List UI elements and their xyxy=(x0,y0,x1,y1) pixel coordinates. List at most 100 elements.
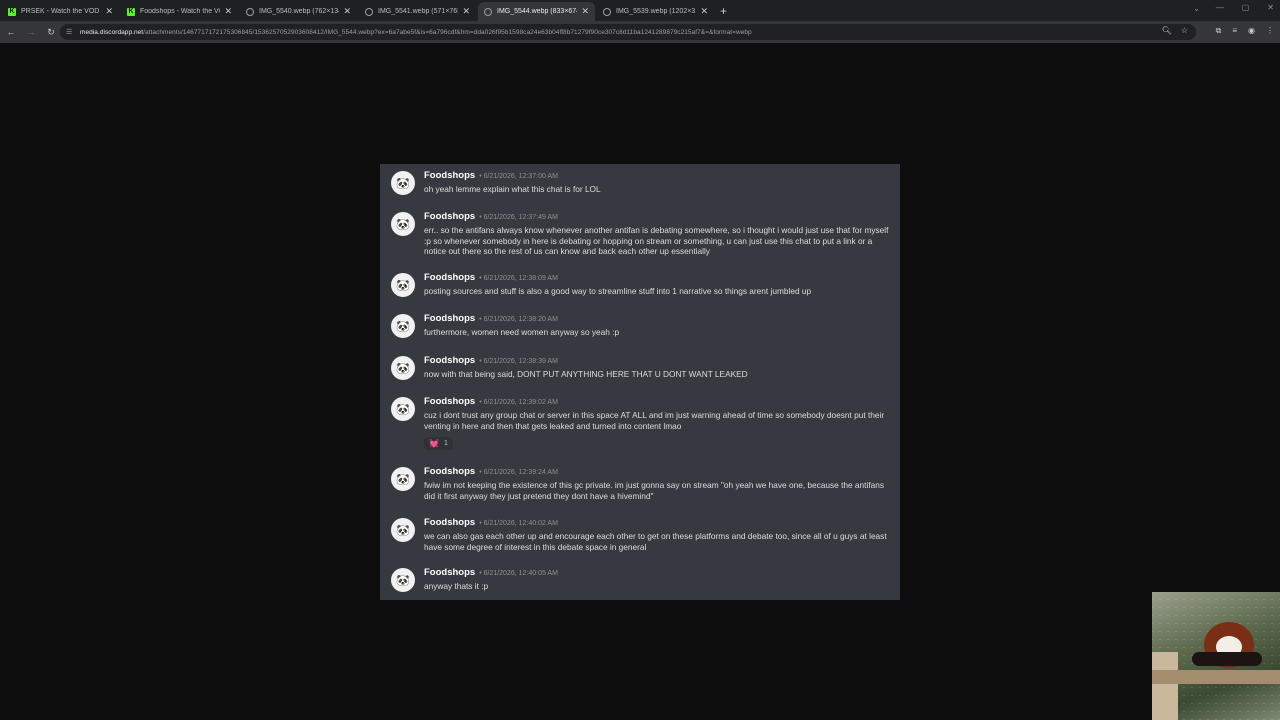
back-icon[interactable]: ← xyxy=(2,27,20,37)
avatar: 🐼 xyxy=(391,212,415,236)
tab-title: Foodshops - Watch the VOD o xyxy=(140,8,220,15)
message-timestamp: • 6/21/2026, 12:38:20 AM xyxy=(479,316,558,323)
reaction-chip: 💓 1 xyxy=(424,437,453,450)
red-panda-legs xyxy=(1192,652,1262,666)
message-timestamp: • 6/21/2026, 12:39:24 AM xyxy=(479,469,558,476)
avatar: 🐼 xyxy=(391,314,415,338)
forward-icon[interactable]: → xyxy=(22,27,40,37)
maximize-icon[interactable]: ▢ xyxy=(1242,3,1250,12)
avatar: 🐼 xyxy=(391,171,415,195)
message-author: Foodshops • 6/21/2026, 12:38:39 AM xyxy=(424,355,558,366)
globe-icon xyxy=(603,7,611,16)
globe-icon xyxy=(246,7,254,16)
close-icon[interactable]: ✕ xyxy=(581,6,589,17)
url-host: media.discordapp.net xyxy=(80,28,144,36)
extensions-icon[interactable]: ⧉ xyxy=(1216,26,1222,36)
url-text: media.discordapp.net/attachments/1467717… xyxy=(80,29,752,36)
close-icon[interactable]: ✕ xyxy=(224,6,232,17)
author-name: Foodshops xyxy=(424,396,476,407)
kick-icon: K xyxy=(8,7,16,16)
author-name: Foodshops xyxy=(424,517,476,528)
message-text: cuz i dont trust any group chat or serve… xyxy=(424,410,885,431)
wooden-post xyxy=(1152,652,1178,720)
author-name: Foodshops xyxy=(424,211,476,222)
tab-3[interactable]: IMG_5541.webp (571×765) ✕ xyxy=(359,2,476,21)
page-viewport: 🐼 Foodshops • 6/21/2026, 12:37:00 AM oh y… xyxy=(0,43,1280,720)
profile-icon[interactable]: ◉ xyxy=(1248,26,1255,36)
message-timestamp: • 6/21/2026, 12:38:39 AM xyxy=(479,358,558,365)
avatar: 🐼 xyxy=(391,273,415,297)
message-author: Foodshops • 6/21/2026, 12:40:02 AM xyxy=(424,517,558,528)
message-text: posting sources and stuff is also a good… xyxy=(424,286,812,296)
message-author: Foodshops • 6/21/2026, 12:37:49 AM xyxy=(424,211,558,222)
avatar: 🐼 xyxy=(391,356,415,380)
tab-0[interactable]: K PRSEK - Watch the VOD on Kic ✕ xyxy=(2,2,119,21)
message-timestamp: • 6/21/2026, 12:37:00 AM xyxy=(479,173,558,180)
author-name: Foodshops xyxy=(424,313,476,324)
message-author: Foodshops • 6/21/2026, 12:40:05 AM xyxy=(424,567,558,578)
tab-4[interactable]: IMG_5544.webp (833×674) ✕ xyxy=(478,2,595,21)
message-author: Foodshops • 6/21/2026, 12:38:20 AM xyxy=(424,313,558,324)
message-author: Foodshops • 6/21/2026, 12:38:09 AM xyxy=(424,272,558,283)
tab-title: PRSEK - Watch the VOD on Kic xyxy=(21,8,101,15)
zoom-icon[interactable]: 🔍︎ xyxy=(1162,26,1172,35)
message-text: we can also gas each other up and encour… xyxy=(424,531,887,552)
tab-2[interactable]: IMG_5540.webp (762×1342) ✕ xyxy=(240,2,357,21)
message-text: fwiw im not keeping the existence of thi… xyxy=(424,480,884,501)
message-author: Foodshops • 6/21/2026, 12:39:24 AM xyxy=(424,466,558,477)
author-name: Foodshops xyxy=(424,466,476,477)
webcam-overlay xyxy=(1152,592,1280,720)
close-window-icon[interactable]: ✕ xyxy=(1267,3,1274,12)
message-text: err.. so the antifans always know whenev… xyxy=(424,225,889,257)
minimize-icon[interactable]: — xyxy=(1216,3,1224,12)
message-timestamp: • 6/21/2026, 12:37:49 AM xyxy=(479,214,558,221)
close-icon[interactable]: ✕ xyxy=(105,6,113,17)
author-name: Foodshops xyxy=(424,355,476,366)
avatar: 🐼 xyxy=(391,397,415,421)
address-bar[interactable]: ☰ media.discordapp.net/attachments/14677… xyxy=(60,24,1196,40)
message-text: furthermore, women need women anyway so … xyxy=(424,327,620,337)
bookmark-star-icon[interactable]: ☆ xyxy=(1181,26,1188,35)
toolbar-actions: ⧉ ≡ ◉ ⋮ xyxy=(1216,26,1274,36)
message-timestamp: • 6/21/2026, 12:39:02 AM xyxy=(479,399,558,406)
site-info-icon[interactable]: ☰ xyxy=(66,28,75,37)
heart-emoji: 💓 xyxy=(429,439,439,448)
tab-title: IMG_5540.webp (762×1342) xyxy=(259,8,340,15)
tab-search-icon[interactable]: ⌄ xyxy=(1193,4,1200,13)
omnibox-actions: 🔍︎ ☆ xyxy=(1162,26,1188,35)
message-author: Foodshops • 6/21/2026, 12:39:02 AM xyxy=(424,396,558,407)
tab-title: IMG_5544.webp (833×674) xyxy=(497,8,578,15)
close-icon[interactable]: ✕ xyxy=(462,6,470,17)
wooden-beam xyxy=(1152,670,1280,684)
avatar: 🐼 xyxy=(391,568,415,592)
close-icon[interactable]: ✕ xyxy=(700,6,708,17)
avatar: 🐼 xyxy=(391,467,415,491)
message-timestamp: • 6/21/2026, 12:38:09 AM xyxy=(479,275,558,282)
new-tab-button[interactable]: + xyxy=(720,2,727,21)
globe-icon xyxy=(365,7,373,16)
tab-strip: K PRSEK - Watch the VOD on Kic ✕ K Foods… xyxy=(0,0,1280,21)
author-name: Foodshops xyxy=(424,567,476,578)
author-name: Foodshops xyxy=(424,272,476,283)
menu-icon[interactable]: ⋮ xyxy=(1266,26,1274,36)
message-author: Foodshops • 6/21/2026, 12:37:00 AM xyxy=(424,170,558,181)
message-text: now with that being said, DONT PUT ANYTH… xyxy=(424,369,748,379)
media-icon[interactable]: ≡ xyxy=(1232,26,1237,36)
reaction-count: 1 xyxy=(443,440,448,447)
tab-1[interactable]: K Foodshops - Watch the VOD o ✕ xyxy=(121,2,238,21)
window-controls: — ▢ ✕ xyxy=(1216,3,1274,12)
tab-title: IMG_5541.webp (571×765) xyxy=(378,8,459,15)
message-text: anyway thats it :p xyxy=(424,581,489,591)
message-timestamp: • 6/21/2026, 12:40:02 AM xyxy=(479,520,558,527)
tab-title: IMG_5539.webp (1202×319) xyxy=(616,8,697,15)
avatar: 🐼 xyxy=(391,518,415,542)
reload-icon[interactable]: ↻ xyxy=(42,27,60,38)
globe-icon xyxy=(484,7,492,16)
url-path: /attachments/1467717172175306845/1536257… xyxy=(143,28,752,36)
tab-5[interactable]: IMG_5539.webp (1202×319) ✕ xyxy=(597,2,714,21)
kick-icon: K xyxy=(127,7,135,16)
author-name: Foodshops xyxy=(424,170,476,181)
discord-screenshot-image: 🐼 Foodshops • 6/21/2026, 12:37:00 AM oh y… xyxy=(380,164,900,600)
close-icon[interactable]: ✕ xyxy=(343,6,351,17)
message-text: oh yeah lemme explain what this chat is … xyxy=(424,184,601,194)
